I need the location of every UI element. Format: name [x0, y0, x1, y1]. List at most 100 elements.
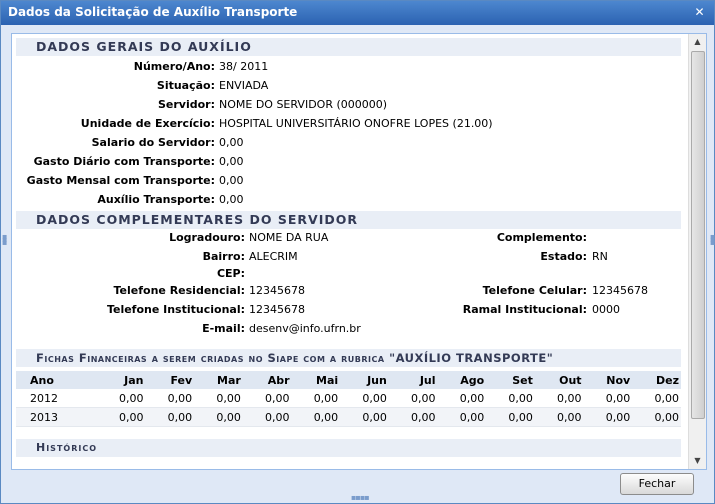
field-row: Servidor: NOME DO SERVIDOR (000000)	[16, 95, 681, 114]
field-value: 0,00	[219, 155, 244, 168]
table-cell: 0,00	[194, 407, 243, 427]
field-label: Complemento:	[496, 231, 587, 244]
table-cell: 0,00	[242, 389, 292, 408]
field-value: 0,00	[219, 136, 244, 149]
table-cell: 0,00	[437, 407, 487, 427]
scroll-thumb[interactable]	[691, 51, 705, 419]
table-body: 2012 0,00 0,00 0,00 0,00 0,00 0,00 0,00 0,00 0,00…	[16, 389, 681, 427]
table-cell: 0,00	[340, 407, 389, 427]
table-cell: 0,00	[534, 407, 584, 427]
table-header-row: Ano Jan Fev Mar Abr Mai Jun Jul Ago Set Out Nov Dez	[16, 371, 681, 389]
table-cell: 0,00	[632, 389, 681, 408]
column-header: Jun	[340, 371, 389, 389]
field-label: Unidade de Exercício:	[80, 117, 215, 130]
title-bar[interactable]: Dados da Solicitação de Auxílio Transpor…	[1, 1, 714, 25]
section-heading-historico: Histórico	[16, 439, 681, 457]
field-row: Unidade de Exercício: HOSPITAL UNIVERSITÁ…	[16, 114, 681, 133]
table-cell: 0,00	[583, 389, 633, 408]
fichas-table: Ano Jan Fev Mar Abr Mai Jun Jul Ago Set Out Nov Dez …	[16, 371, 681, 427]
section-heading-fichas: Fichas Financeiras a serem criadas no Si…	[16, 349, 681, 367]
close-icon[interactable]: ✕	[693, 6, 706, 19]
field-row: Gasto Mensal com Transporte: 0,00	[16, 171, 681, 190]
scroll-down-icon[interactable]: ▼	[689, 453, 706, 469]
section-heading-complementares: DADOS COMPLEMENTARES DO SERVIDOR	[16, 211, 681, 229]
field-value: 12345678	[592, 284, 648, 297]
geral-fields: Número/Ano: 38/ 2011 Situação: ENVIADA Servi…	[16, 56, 681, 209]
vertical-scrollbar[interactable]: ▲ ▼	[688, 34, 706, 469]
field-label: Telefone Residencial:	[113, 284, 246, 297]
table-cell: 0,00	[534, 389, 584, 408]
column-header: Fev	[145, 371, 195, 389]
field-label: Estado:	[540, 250, 587, 263]
table-cell: 0,00	[242, 407, 292, 427]
field-label: Número/Ano:	[133, 60, 215, 73]
field-label: CEP:	[216, 267, 245, 280]
field-label: Telefone Celular:	[482, 284, 587, 297]
field-label: Bairro:	[202, 250, 245, 263]
field-label: Auxílio Transporte:	[97, 193, 215, 206]
field-value: 0,00	[219, 193, 244, 206]
field-label: E-mail:	[202, 322, 245, 335]
field-value: 12345678	[249, 303, 305, 316]
table-cell: 2012	[16, 389, 97, 408]
table-cell: 0,00	[291, 389, 341, 408]
table-cell: 0,00	[632, 407, 681, 427]
field-label: Gasto Mensal com Transporte:	[26, 174, 215, 187]
scroll-up-icon[interactable]: ▲	[689, 34, 706, 50]
table-cell: 0,00	[437, 389, 487, 408]
table-row: 2013 0,00 0,00 0,00 0,00 0,00 0,00 0,00 0,00 0,00…	[16, 407, 681, 427]
field-label: Servidor:	[157, 98, 215, 111]
table-cell: 0,00	[340, 389, 389, 408]
field-value: 12345678	[249, 284, 305, 297]
fechar-button[interactable]: Fechar	[620, 473, 694, 495]
field-value: ENVIADA	[219, 79, 269, 92]
resize-grip-left[interactable]: ▪ ▪ ▪	[2, 233, 7, 247]
column-header: Jan	[96, 371, 146, 389]
table-cell: 0,00	[96, 407, 146, 427]
field-label: Logradouro:	[169, 231, 245, 244]
dialog-window: Dados da Solicitação de Auxílio Transpor…	[0, 0, 715, 504]
resize-grip-right[interactable]: ▪ ▪ ▪	[710, 233, 715, 247]
column-header: Ano	[16, 371, 97, 389]
field-label: Gasto Diário com Transporte:	[33, 155, 215, 168]
table-cell: 0,00	[486, 407, 535, 427]
complementares-fields: Logradouro: NOME DA RUA Bairro: ALECRIM CEP:…	[16, 229, 681, 347]
column-header: Abr	[242, 371, 292, 389]
field-label: Telefone Institucional:	[106, 303, 245, 316]
column-header: Mai	[291, 371, 341, 389]
field-row: Auxílio Transporte: 0,00	[16, 190, 681, 209]
column-header: Out	[534, 371, 584, 389]
field-value: 38/ 2011	[219, 60, 269, 73]
field-label: Salario do Servidor:	[91, 136, 215, 149]
table-cell: 0,00	[96, 389, 146, 408]
table-cell: 0,00	[388, 389, 438, 408]
column-header: Jul	[388, 371, 438, 389]
field-row: Gasto Diário com Transporte: 0,00	[16, 152, 681, 171]
field-value: NOME DO SERVIDOR (000000)	[219, 98, 388, 111]
column-header: Ago	[437, 371, 487, 389]
field-row: Salario do Servidor: 0,00	[16, 133, 681, 152]
column-header: Set	[486, 371, 535, 389]
content-area: DADOS GERAIS DO AUXÍLIO Número/Ano: 38/ 2…	[16, 38, 681, 466]
table-cell: 0,00	[145, 407, 195, 427]
field-value: 0000	[592, 303, 620, 316]
field-value: ALECRIM	[249, 250, 298, 263]
field-row: Situação: ENVIADA	[16, 76, 681, 95]
table-cell: 0,00	[291, 407, 341, 427]
field-label: Ramal Institucional:	[462, 303, 587, 316]
field-value: NOME DA RUA	[249, 231, 329, 244]
table-cell: 0,00	[388, 407, 438, 427]
table-cell: 0,00	[583, 407, 633, 427]
field-row: Número/Ano: 38/ 2011	[16, 57, 681, 76]
column-header: Mar	[194, 371, 243, 389]
window-title: Dados da Solicitação de Auxílio Transpor…	[8, 5, 298, 19]
resize-grip-bottom[interactable]: ▪▪▪▪	[351, 493, 370, 502]
content-frame: DADOS GERAIS DO AUXÍLIO Número/Ano: 38/ 2…	[11, 33, 707, 470]
column-header: Nov	[583, 371, 633, 389]
table-cell: 0,00	[194, 389, 243, 408]
table-cell: 0,00	[486, 389, 535, 408]
field-label: Situação:	[156, 79, 215, 92]
table-cell: 0,00	[145, 389, 195, 408]
table-row: 2012 0,00 0,00 0,00 0,00 0,00 0,00 0,00 0,00 0,00…	[16, 389, 681, 408]
column-header: Dez	[632, 371, 681, 389]
